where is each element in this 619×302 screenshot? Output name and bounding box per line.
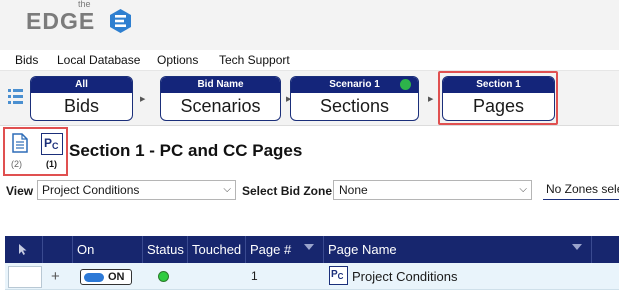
cursor-icon <box>19 244 27 255</box>
grid-view-icon[interactable] <box>8 89 23 104</box>
column-header-status[interactable]: Status <box>142 236 187 263</box>
chevron-down-icon: ⌵ <box>223 184 231 195</box>
document-count: (2) <box>11 159 22 169</box>
column-header-page-number-label: Page # <box>250 242 292 257</box>
filter-icon[interactable] <box>572 244 582 250</box>
breadcrumb-bids-label: Bids <box>63 96 99 116</box>
breadcrumb-sections[interactable]: Scenario 1 Sections <box>290 76 419 121</box>
pc-icon-sub: C <box>52 141 59 151</box>
expand-row-icon[interactable]: + <box>51 263 60 290</box>
bid-zone-dropdown-value: None <box>339 183 368 197</box>
breadcrumb-scenarios[interactable]: Bid Name Scenarios <box>160 76 281 121</box>
row-selector[interactable] <box>8 266 42 288</box>
breadcrumb-pages-label: Pages <box>472 96 525 116</box>
breadcrumb-pages[interactable]: Section 1 Pages <box>442 76 555 121</box>
breadcrumb-bids-top: All <box>31 77 132 93</box>
page-number-cell: 1 <box>251 269 258 283</box>
view-dropdown-value: Project Conditions <box>42 183 140 197</box>
pages-table-header: On Status Touched Page # Page Name <box>5 236 619 263</box>
column-header-page-number[interactable]: Page # <box>245 236 323 263</box>
menu-local-database[interactable]: Local Database <box>57 52 140 68</box>
page-name-cell[interactable]: Project Conditions <box>352 263 458 290</box>
breadcrumb-sections-top: Scenario 1 <box>291 77 418 93</box>
select-column-header[interactable] <box>5 236 42 263</box>
menu-bar: Bids Local Database Options Tech Support <box>0 52 619 70</box>
column-header-page-name[interactable]: Page Name <box>323 236 591 263</box>
row-pc-icon-sub: C <box>337 272 344 281</box>
breadcrumb-scenarios-label: Scenarios <box>180 96 261 116</box>
user-icon <box>400 79 411 90</box>
breadcrumb-pages-top: Section 1 <box>443 77 554 93</box>
breadcrumb-bids[interactable]: All Bids <box>30 76 133 121</box>
column-header-page-name-label: Page Name <box>328 242 397 257</box>
expand-column-header <box>42 236 72 263</box>
zones-selected-field[interactable]: No Zones sele <box>543 180 619 200</box>
toggle-label: ON <box>108 271 125 283</box>
chevron-right-icon: ▶ <box>428 96 434 103</box>
extra-column-header <box>591 236 619 263</box>
menu-options[interactable]: Options <box>157 52 198 68</box>
pc-icon-letter: P <box>44 136 53 150</box>
toggle-knob <box>84 273 104 282</box>
column-header-touched[interactable]: Touched <box>187 236 245 263</box>
table-row[interactable]: + ON 1 PC Project Conditions <box>5 263 619 290</box>
chevron-down-icon: ⌵ <box>519 184 527 195</box>
bid-zone-label: Select Bid Zone <box>242 184 333 198</box>
breadcrumb-scenarios-top: Bid Name <box>161 77 280 93</box>
page-title: Section 1 - PC and CC Pages <box>69 141 303 160</box>
menu-bids[interactable]: Bids <box>15 52 38 68</box>
breadcrumb-sections-label: Sections <box>319 96 390 116</box>
view-label: View <box>6 184 34 198</box>
on-toggle[interactable]: ON <box>80 269 132 285</box>
status-indicator-icon <box>158 271 169 282</box>
edge-logo-icon <box>110 9 131 33</box>
menu-tech-support[interactable]: Tech Support <box>219 52 290 68</box>
filter-icon[interactable] <box>304 244 314 250</box>
bid-zone-dropdown[interactable]: None ⌵ <box>333 180 532 200</box>
breadcrumb-sections-top-label: Scenario 1 <box>329 79 380 90</box>
pc-page-icon: PC <box>329 266 348 285</box>
row-pc-icon-letter: P <box>331 269 338 280</box>
chevron-right-icon: ▶ <box>140 96 146 103</box>
document-icon[interactable] <box>12 133 28 153</box>
column-header-on[interactable]: On <box>72 236 142 263</box>
pc-page-count: (1) <box>46 159 57 169</box>
pc-page-icon[interactable]: PC <box>41 133 63 155</box>
view-dropdown[interactable]: Project Conditions ⌵ <box>37 180 236 200</box>
logo-text: EDGE <box>26 8 96 34</box>
